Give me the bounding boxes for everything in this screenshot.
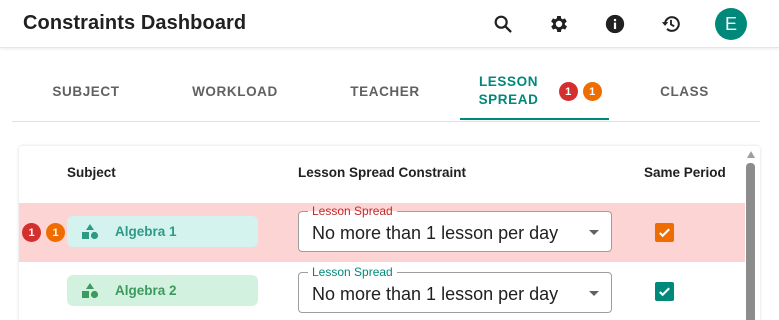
select-value: No more than 1 lesson per day <box>312 223 559 243</box>
lesson-spread-table: Subject Lesson Spread Constraint Same Pe… <box>19 146 760 320</box>
same-period-checkbox[interactable] <box>655 282 674 301</box>
warning-count-badge: 1 <box>583 82 602 101</box>
gear-icon[interactable] <box>547 12 571 36</box>
subject-chip-algebra-2[interactable]: Algebra 2 <box>67 275 258 306</box>
select-label: Lesson Spread <box>308 265 397 279</box>
select-value: No more than 1 lesson per day <box>312 284 559 304</box>
chevron-down-icon <box>589 230 599 235</box>
same-period-checkbox[interactable] <box>655 223 674 242</box>
scroll-up-arrow-icon[interactable] <box>747 151 755 158</box>
tab-subject[interactable]: SUBJECT <box>12 61 160 121</box>
tab-lesson-spread[interactable]: LESSON SPREAD 1 1 <box>460 61 609 121</box>
column-header-subject: Subject <box>67 165 116 180</box>
tab-class[interactable]: CLASS <box>609 61 760 121</box>
check-icon <box>659 228 670 238</box>
history-icon[interactable] <box>659 12 683 36</box>
search-icon[interactable] <box>491 12 515 36</box>
vertical-scrollbar[interactable] <box>745 150 757 320</box>
constraint-tabs: SUBJECT WORKLOAD TEACHER LESSON SPREAD 1… <box>12 61 760 122</box>
subject-name: Algebra 1 <box>115 224 177 239</box>
info-icon[interactable] <box>603 12 627 36</box>
row-error-badge: 1 <box>22 223 41 242</box>
subject-chip-algebra-1[interactable]: Algebra 1 <box>67 216 258 247</box>
subject-name: Algebra 2 <box>115 283 177 298</box>
lesson-spread-select[interactable]: Lesson Spread No more than 1 lesson per … <box>298 204 612 252</box>
scroll-thumb[interactable] <box>746 163 755 320</box>
tab-lesson-spread-line2: SPREAD <box>478 92 539 107</box>
chevron-down-icon <box>589 291 599 296</box>
error-count-badge: 1 <box>559 82 578 101</box>
tab-lesson-spread-line1: LESSON <box>478 74 539 89</box>
page-title: Constraints Dashboard <box>23 12 247 34</box>
table-row: 1 1 Algebra 1 Lesson Spread No more than… <box>19 203 745 262</box>
row-warning-badge: 1 <box>46 223 65 242</box>
lesson-spread-select[interactable]: Lesson Spread No more than 1 lesson per … <box>298 265 612 313</box>
app-bar: Constraints Dashboard E <box>0 0 779 48</box>
tab-teacher[interactable]: TEACHER <box>310 61 460 121</box>
avatar[interactable]: E <box>715 8 747 40</box>
table-row: Algebra 2 Lesson Spread No more than 1 l… <box>19 262 745 320</box>
shapes-icon <box>82 282 99 298</box>
select-label: Lesson Spread <box>308 204 397 218</box>
active-tab-indicator <box>460 118 609 120</box>
column-header-same-period: Same Period <box>644 165 726 180</box>
check-icon <box>659 287 670 297</box>
tab-workload[interactable]: WORKLOAD <box>160 61 310 121</box>
column-header-lesson-spread: Lesson Spread Constraint <box>298 165 467 180</box>
shapes-icon <box>82 223 99 239</box>
